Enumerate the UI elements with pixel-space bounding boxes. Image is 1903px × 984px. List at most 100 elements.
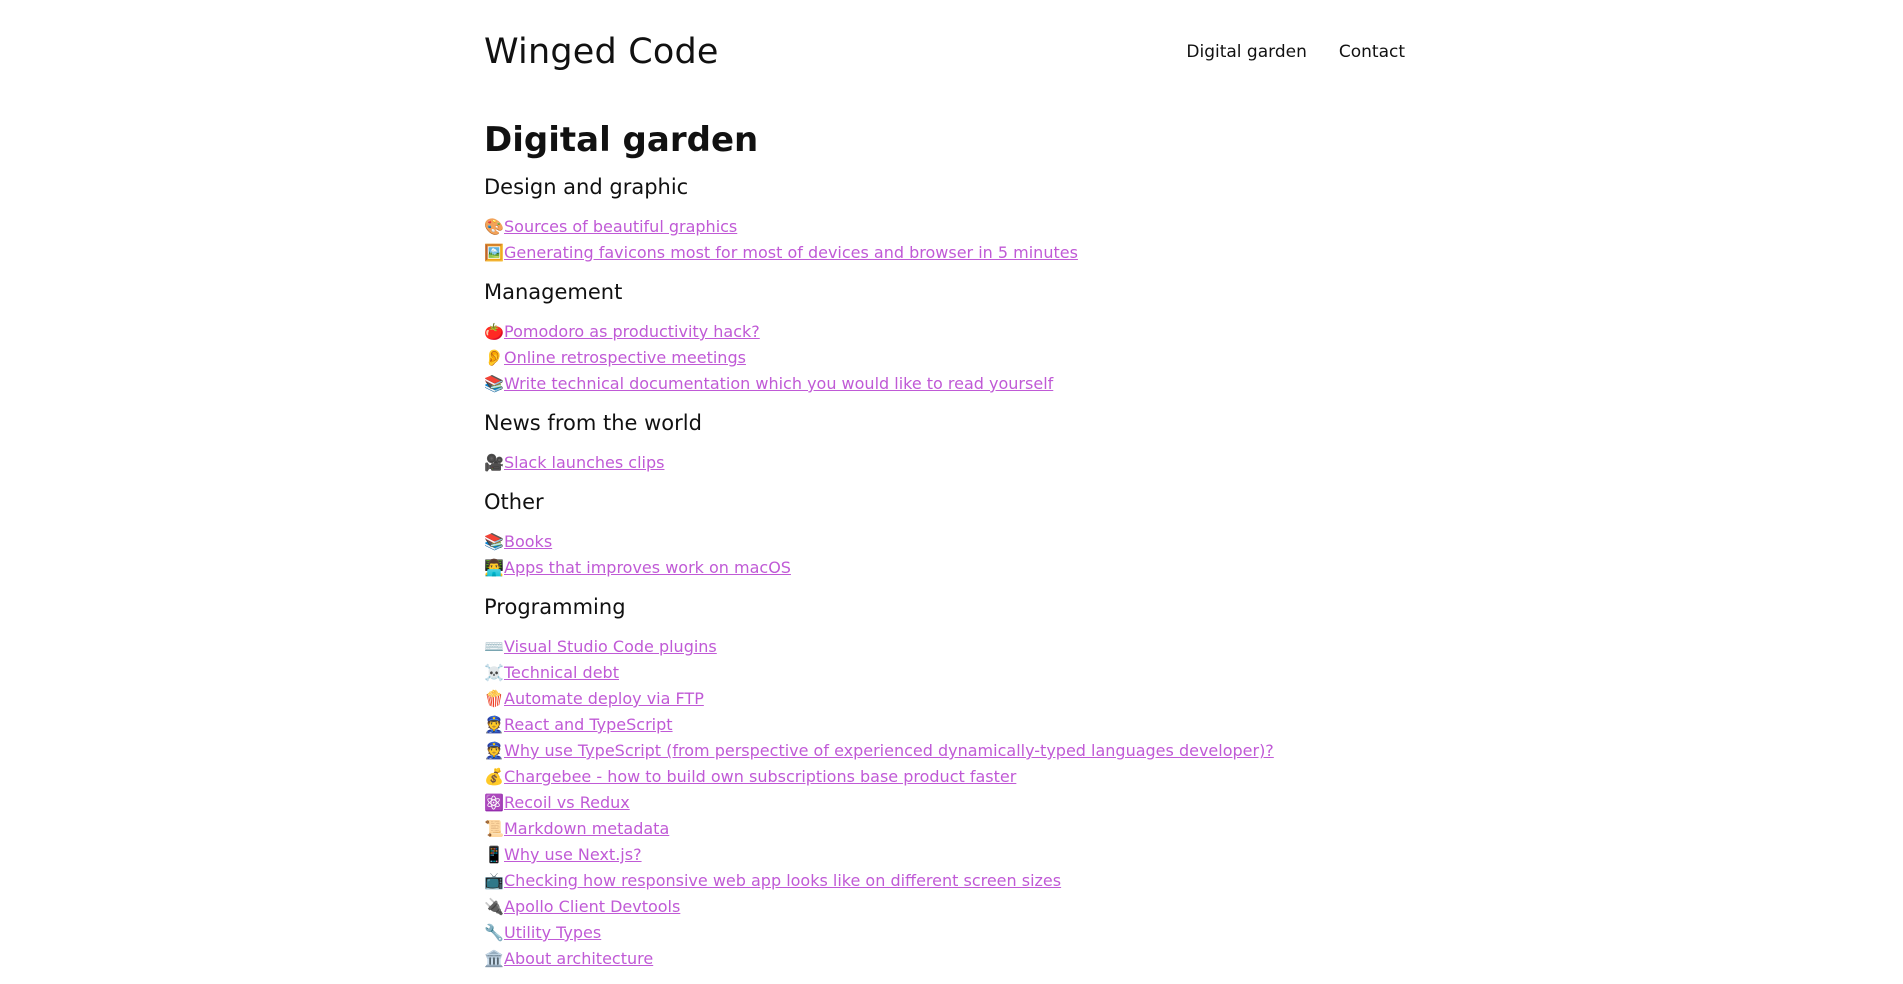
article-link[interactable]: 📱Why use Next.js?	[484, 845, 642, 864]
atom-icon: ⚛️	[484, 793, 504, 812]
list-item: 👨‍💻Apps that improves work on macOS	[484, 555, 1405, 581]
link-list: 🎥Slack launches clips	[484, 450, 1405, 476]
list-item: ⚛️Recoil vs Redux	[484, 790, 1405, 816]
article-link[interactable]: 🎥Slack launches clips	[484, 453, 664, 472]
link-list: 📚Books 👨‍💻Apps that improves work on mac…	[484, 529, 1405, 581]
list-item: ☠️Technical debt	[484, 660, 1405, 686]
police-officer-icon: 👮	[484, 715, 504, 734]
article-link-label: Books	[504, 532, 553, 551]
section-news-from-the-world: News from the world 🎥Slack launches clip…	[484, 409, 1405, 476]
link-list: 🍅Pomodoro as productivity hack? 👂Online …	[484, 319, 1405, 397]
money-bag-icon: 💰	[484, 767, 504, 786]
page-title: Digital garden	[484, 120, 759, 160]
article-link[interactable]: 📜Markdown metadata	[484, 819, 669, 838]
list-item: 🔧Utility Types	[484, 920, 1405, 946]
section-title: Other	[484, 490, 544, 514]
article-link[interactable]: 🎨Sources of beautiful graphics	[484, 217, 737, 236]
nav-item-digital-garden[interactable]: Digital garden	[1186, 42, 1306, 62]
main-content: Digital garden Design and graphic 🎨Sourc…	[484, 119, 1405, 972]
list-item: 📜Markdown metadata	[484, 816, 1405, 842]
section-title: Programming	[484, 595, 626, 619]
movie-camera-icon: 🎥	[484, 453, 504, 472]
list-item: 💰Chargebee - how to build own subscripti…	[484, 764, 1405, 790]
list-item: 🎨Sources of beautiful graphics	[484, 214, 1405, 240]
article-link-label: Pomodoro as productivity hack?	[504, 322, 760, 341]
article-link[interactable]: 📚Write technical documentation which you…	[484, 374, 1053, 393]
article-link[interactable]: 🖼️Generating favicons most for most of d…	[484, 243, 1078, 262]
section-other: Other 📚Books 👨‍💻Apps that improves work …	[484, 488, 1405, 581]
mobile-phone-icon: 📱	[484, 845, 504, 864]
article-link-label: Utility Types	[504, 923, 602, 942]
palette-icon: 🎨	[484, 217, 504, 236]
section-management: Management 🍅Pomodoro as productivity hac…	[484, 278, 1405, 397]
ear-icon: 👂	[484, 348, 504, 367]
list-item: 👮Why use TypeScript (from perspective of…	[484, 738, 1405, 764]
article-link-label: Why use Next.js?	[504, 845, 642, 864]
article-link[interactable]: 🔧Utility Types	[484, 923, 601, 942]
article-link-label: Why use TypeScript (from perspective of …	[504, 741, 1274, 760]
list-item: 🏛️About architecture	[484, 946, 1405, 972]
framed-picture-icon: 🖼️	[484, 243, 504, 262]
article-link[interactable]: 👮React and TypeScript	[484, 715, 673, 734]
list-item: 📺Checking how responsive web app looks l…	[484, 868, 1405, 894]
site-header: Winged Code Digital garden Contact	[484, 0, 1405, 104]
section-programming: Programming ⌨️Visual Studio Code plugins…	[484, 593, 1405, 972]
article-link[interactable]: 👨‍💻Apps that improves work on macOS	[484, 558, 791, 577]
popcorn-icon: 🍿	[484, 689, 504, 708]
skull-crossbones-icon: ☠️	[484, 663, 504, 682]
list-item: 🔌Apollo Client Devtools	[484, 894, 1405, 920]
site-title-link[interactable]: Winged Code	[484, 32, 719, 72]
article-link-label: Write technical documentation which you …	[504, 374, 1054, 393]
television-icon: 📺	[484, 871, 504, 890]
article-link[interactable]: 🏛️About architecture	[484, 949, 653, 968]
article-link[interactable]: ⚛️Recoil vs Redux	[484, 793, 630, 812]
article-link[interactable]: 🍅Pomodoro as productivity hack?	[484, 322, 760, 341]
section-title: News from the world	[484, 411, 702, 435]
article-link[interactable]: 📺Checking how responsive web app looks l…	[484, 871, 1061, 890]
article-link-label: Checking how responsive web app looks li…	[504, 871, 1062, 890]
article-link-label: React and TypeScript	[504, 715, 673, 734]
list-item: 🍅Pomodoro as productivity hack?	[484, 319, 1405, 345]
list-item: 📚Books	[484, 529, 1405, 555]
article-link[interactable]: 📚Books	[484, 532, 552, 551]
article-link-label: Automate deploy via FTP	[504, 689, 704, 708]
page: Winged Code Digital garden Contact Digit…	[0, 0, 1903, 984]
list-item: 📱Why use Next.js?	[484, 842, 1405, 868]
article-link-label: Apollo Client Devtools	[504, 897, 681, 916]
article-link-label: Chargebee - how to build own subscriptio…	[504, 767, 1017, 786]
article-link[interactable]: ⌨️Visual Studio Code plugins	[484, 637, 717, 656]
article-link[interactable]: 🍿Automate deploy via FTP	[484, 689, 704, 708]
link-list: ⌨️Visual Studio Code plugins ☠️Technical…	[484, 634, 1405, 972]
tomato-icon: 🍅	[484, 322, 504, 341]
police-officer-icon: 👮	[484, 741, 504, 760]
article-link-label: Online retrospective meetings	[504, 348, 746, 367]
article-link-label: Recoil vs Redux	[504, 793, 630, 812]
article-link[interactable]: 💰Chargebee - how to build own subscripti…	[484, 767, 1016, 786]
section-title: Design and graphic	[484, 175, 689, 199]
article-link-label: Apps that improves work on macOS	[504, 558, 791, 577]
section-title: Management	[484, 280, 623, 304]
section-design-and-graphic: Design and graphic 🎨Sources of beautiful…	[484, 173, 1405, 266]
article-link-label: Markdown metadata	[504, 819, 670, 838]
wrench-icon: 🔧	[484, 923, 504, 942]
article-link-label: Sources of beautiful graphics	[504, 217, 738, 236]
scroll-icon: 📜	[484, 819, 504, 838]
list-item: 👂Online retrospective meetings	[484, 345, 1405, 371]
nav-item-contact[interactable]: Contact	[1339, 42, 1405, 62]
article-link-label: Slack launches clips	[504, 453, 665, 472]
plug-icon: 🔌	[484, 897, 504, 916]
article-link-label: Technical debt	[504, 663, 619, 682]
article-link[interactable]: 🔌Apollo Client Devtools	[484, 897, 680, 916]
link-list: 🎨Sources of beautiful graphics 🖼️Generat…	[484, 214, 1405, 266]
list-item: 🍿Automate deploy via FTP	[484, 686, 1405, 712]
article-link[interactable]: 👮Why use TypeScript (from perspective of…	[484, 741, 1274, 760]
keyboard-icon: ⌨️	[484, 637, 504, 656]
article-link[interactable]: ☠️Technical debt	[484, 663, 619, 682]
technologist-icon: 👨‍💻	[484, 558, 504, 577]
books-icon: 📚	[484, 374, 504, 393]
classical-building-icon: 🏛️	[484, 949, 504, 968]
article-link-label: Visual Studio Code plugins	[504, 637, 717, 656]
books-icon: 📚	[484, 532, 504, 551]
list-item: 🖼️Generating favicons most for most of d…	[484, 240, 1405, 266]
article-link[interactable]: 👂Online retrospective meetings	[484, 348, 746, 367]
